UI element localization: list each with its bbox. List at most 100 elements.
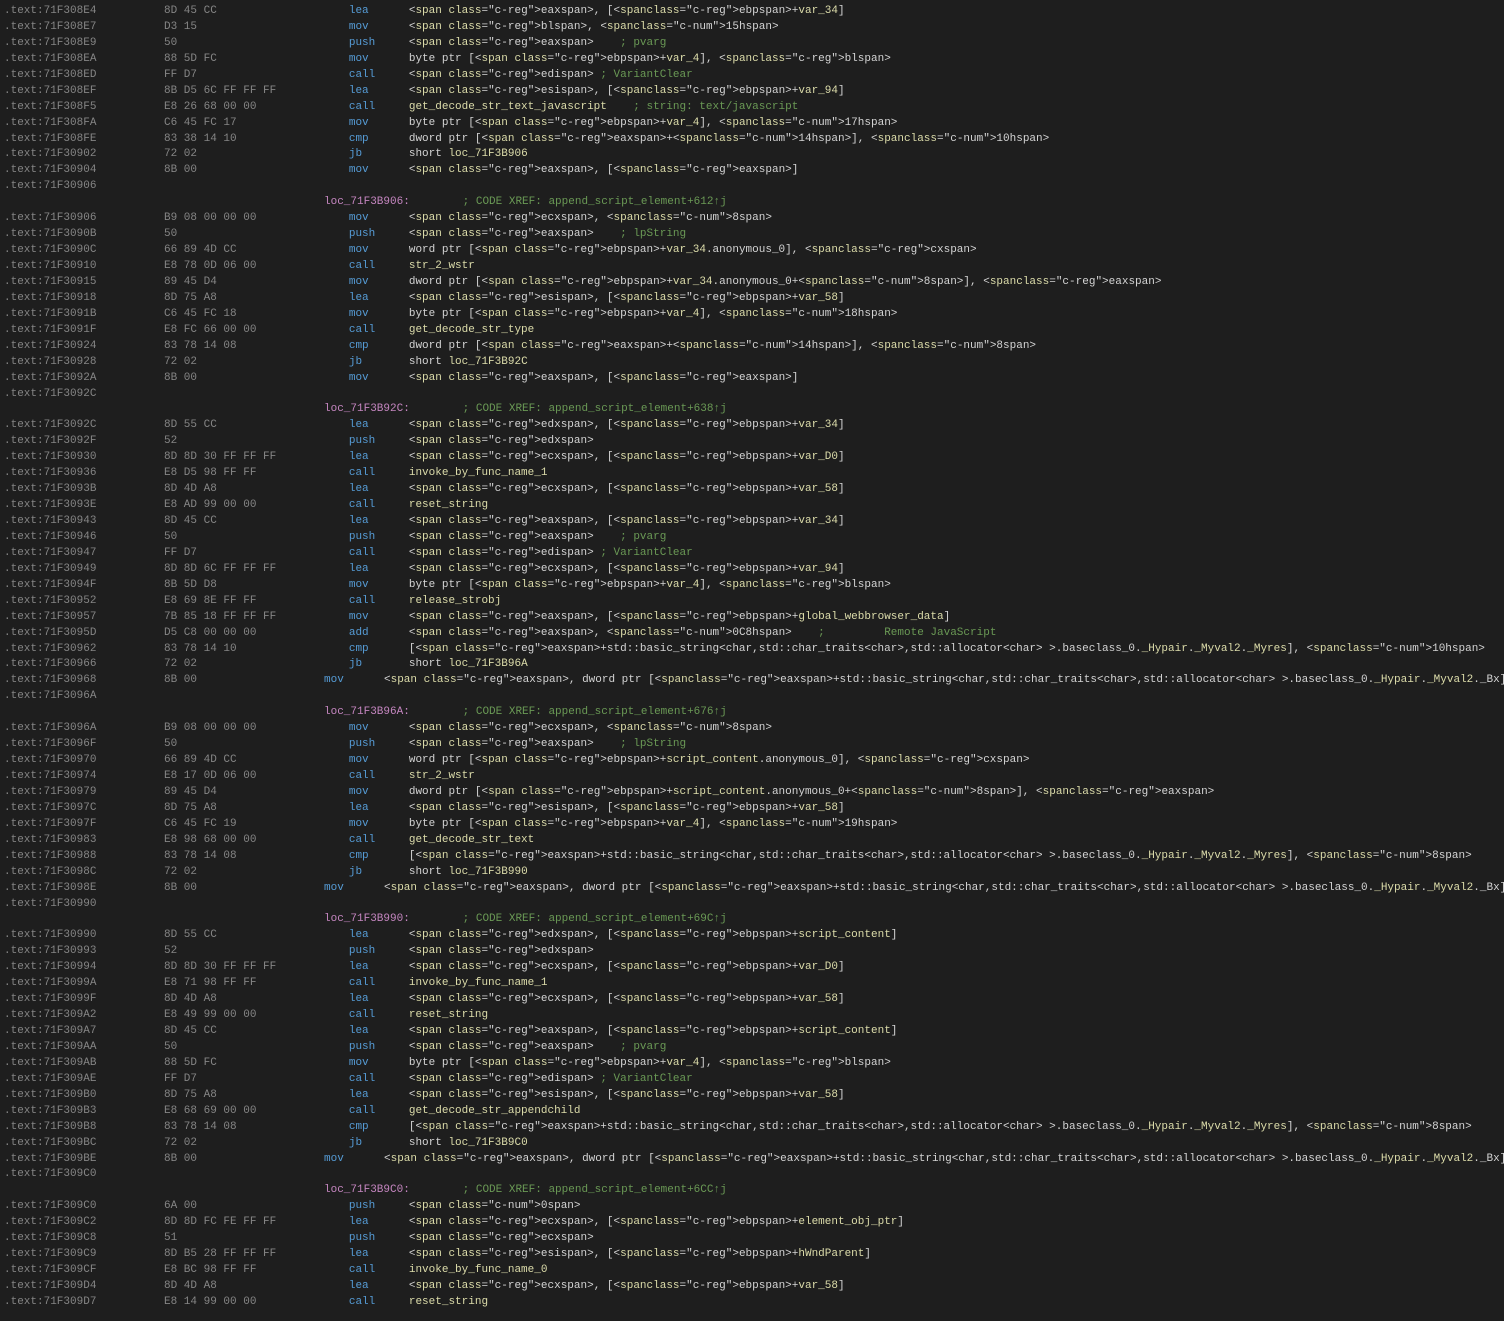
operands: invoke_by_func_name_1 <box>409 976 548 992</box>
operands: <span class="c-reg">ecxspan <box>409 211 587 227</box>
mnemonic: push <box>349 1231 409 1247</box>
disasm-row: .text:71F3094F 8B 5D D8 mov byte ptr [<s… <box>0 578 1504 594</box>
bytes: 8D 45 CC <box>164 1024 349 1040</box>
mnemonic: mov <box>349 243 409 259</box>
disasm-row: .text:71F30915 89 45 D4 mov dword ptr [<… <box>0 275 1504 291</box>
bytes: 6A 00 <box>164 1199 349 1215</box>
mnemonic: mov <box>349 371 409 387</box>
address: .text:71F30957 <box>4 610 164 626</box>
mnemonic <box>349 897 409 913</box>
mnemonic: push <box>349 434 409 450</box>
address: .text:71F309D7 <box>4 1295 164 1311</box>
bytes: E8 68 69 00 00 <box>164 1104 349 1120</box>
operands: reset_string <box>409 1295 488 1311</box>
disasm-row: .text:71F30918 8D 75 A8 lea <span class=… <box>0 291 1504 307</box>
disasm-row: .text:71F30906 B9 08 00 00 00 mov <span … <box>0 211 1504 227</box>
address: .text:71F3095D <box>4 626 164 642</box>
operands: reset_string <box>409 1008 488 1024</box>
address: .text:71F309BC <box>4 1136 164 1152</box>
bytes: E8 26 68 00 00 <box>164 100 349 116</box>
bytes: E8 BC 98 FF FF <box>164 1263 349 1279</box>
xref-comment: ; CODE XREF: append_script_element+638↑j <box>410 402 727 418</box>
operands: dword ptr [<span class="c-reg">ebpspan <box>409 275 660 291</box>
operands: <span class="c-reg">edxspan <box>409 928 587 944</box>
mnemonic <box>349 387 409 403</box>
disasm-row: .text:71F3092A 8B 00 mov <span class="c-… <box>0 371 1504 387</box>
bytes: 8D 75 A8 <box>164 801 349 817</box>
label-line: loc_71F3B9C0: ; CODE XREF: append_script… <box>0 1183 1504 1199</box>
label-line: loc_71F3B92C: ; CODE XREF: append_script… <box>0 402 1504 418</box>
bytes: 7B 85 18 FF FF FF <box>164 610 349 626</box>
mnemonic <box>349 689 409 705</box>
comment: ; Remote JavaScript <box>792 626 997 642</box>
address: .text:71F3098C <box>4 865 164 881</box>
address: .text:71F3090B <box>4 227 164 243</box>
bytes <box>164 387 349 403</box>
operands: short loc_71F3B96A <box>409 657 528 673</box>
bytes: 72 02 <box>164 355 349 371</box>
mnemonic: call <box>349 976 409 992</box>
operands: reset_string <box>409 498 488 514</box>
disasm-row: .text:71F30968 8B 00 mov <span class="c-… <box>0 673 1504 689</box>
disasm-row: .text:71F30993 52 push <span class="c-re… <box>0 944 1504 960</box>
address: .text:71F3097C <box>4 801 164 817</box>
disasm-row: .text:71F3093B 8D 4D A8 lea <span class=… <box>0 482 1504 498</box>
address: .text:71F309A2 <box>4 1008 164 1024</box>
bytes: 8D 55 CC <box>164 928 349 944</box>
address: .text:71F30930 <box>4 450 164 466</box>
disasm-row: .text:71F30957 7B 85 18 FF FF FF mov <sp… <box>0 610 1504 626</box>
mnemonic: call <box>349 1008 409 1024</box>
disasm-row: .text:71F30990 8D 55 CC lea <span class=… <box>0 928 1504 944</box>
address: .text:71F3091B <box>4 307 164 323</box>
label-line: loc_71F3B906: ; CODE XREF: append_script… <box>0 195 1504 211</box>
operands: str_2_wstr <box>409 259 475 275</box>
mnemonic: jb <box>349 355 409 371</box>
mnemonic: cmp <box>349 642 409 658</box>
address: .text:71F30990 <box>4 928 164 944</box>
disasm-row: .text:71F309B8 83 78 14 08 cmp [<span cl… <box>0 1120 1504 1136</box>
label-text: loc_71F3B990: <box>324 912 410 928</box>
address: .text:71F30962 <box>4 642 164 658</box>
disasm-row: .text:71F30924 83 78 14 08 cmp dword ptr… <box>0 339 1504 355</box>
bytes: 83 78 14 08 <box>164 849 349 865</box>
operands: <span class="c-reg">edxspan <box>409 944 587 960</box>
mnemonic: mov <box>324 673 384 689</box>
operands: dword ptr [<span class="c-reg">eaxspan <box>409 339 660 355</box>
label-indent <box>4 402 324 418</box>
operands: <span class="c-reg">ecxspan <box>409 1215 587 1231</box>
bytes: E8 49 99 00 00 <box>164 1008 349 1024</box>
address: .text:71F308EF <box>4 84 164 100</box>
mnemonic: lea <box>349 84 409 100</box>
operands: release_strobj <box>409 594 501 610</box>
disasm-row: .text:71F308F5 E8 26 68 00 00 call get_d… <box>0 100 1504 116</box>
operands: <span class="c-reg">ecxspan <box>409 992 587 1008</box>
bytes: 50 <box>164 530 349 546</box>
address: .text:71F30906 <box>4 211 164 227</box>
mnemonic: mov <box>349 578 409 594</box>
bytes: 8D 8D FC FE FF FF <box>164 1215 349 1231</box>
mnemonic: lea <box>349 562 409 578</box>
mnemonic: jb <box>349 865 409 881</box>
mnemonic: call <box>349 546 409 562</box>
operands: get_decode_str_text_javascript ; string:… <box>409 100 798 116</box>
operands: <span class="c-reg">edispan <box>409 1072 587 1088</box>
mnemonic: call <box>349 466 409 482</box>
operands: <span class="c-reg">blspan <box>409 20 581 36</box>
disasm-row: .text:71F3099A E8 71 98 FF FF call invok… <box>0 976 1504 992</box>
operands: <span class="c-num">0span <box>409 1199 574 1215</box>
address: .text:71F3094F <box>4 578 164 594</box>
disasm-row: .text:71F309D4 8D 4D A8 lea <span class=… <box>0 1279 1504 1295</box>
bytes: C6 45 FC 19 <box>164 817 349 833</box>
mnemonic: lea <box>349 801 409 817</box>
mnemonic: call <box>349 833 409 849</box>
address: .text:71F30970 <box>4 753 164 769</box>
mnemonic: call <box>349 323 409 339</box>
disasm-row: .text:71F30947 FF D7 call <span class="c… <box>0 546 1504 562</box>
operands: get_decode_str_type <box>409 323 534 339</box>
bytes <box>164 179 349 195</box>
disasm-row: .text:71F3091B C6 45 FC 18 mov byte ptr … <box>0 307 1504 323</box>
address: .text:71F30918 <box>4 291 164 307</box>
mnemonic: mov <box>349 1056 409 1072</box>
operands: <span class="c-reg">ecxspan <box>409 1279 587 1295</box>
bytes: 83 38 14 10 <box>164 132 349 148</box>
